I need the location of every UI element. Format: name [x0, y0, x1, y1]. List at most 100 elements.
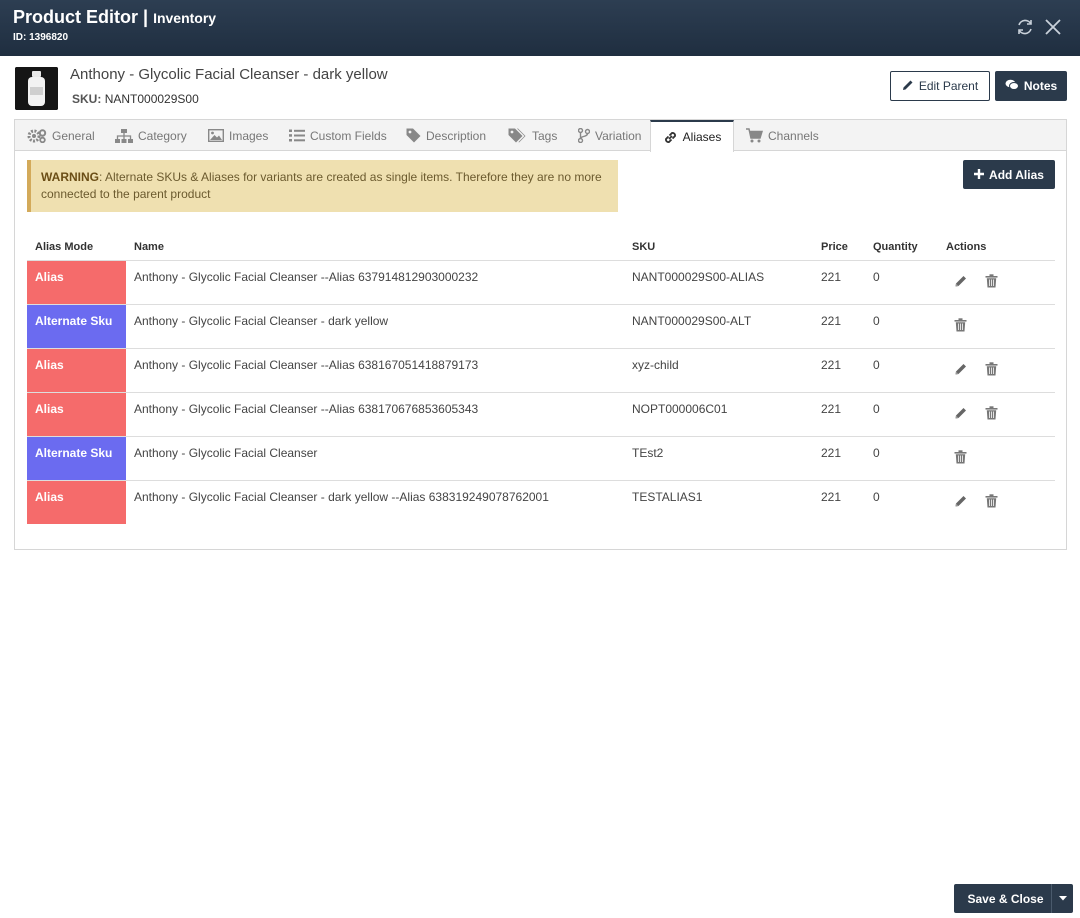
tab-description[interactable]: Description: [406, 120, 486, 151]
refresh-icon[interactable]: [1015, 17, 1035, 37]
pencil-icon[interactable]: [952, 361, 969, 378]
tab-tags[interactable]: Tags: [508, 120, 557, 151]
trash-icon[interactable]: [952, 449, 969, 466]
table-row: Alias Anthony - Glycolic Facial Cleanser …: [27, 392, 1055, 437]
product-sku-value: NANT000029S00: [104, 92, 199, 106]
image-icon: [208, 129, 224, 142]
tab-label: General: [52, 128, 95, 143]
close-icon[interactable]: [1043, 17, 1063, 37]
sku-cell: NANT000029S00-ALT: [624, 304, 813, 349]
price-cell: 221: [813, 436, 865, 481]
tab-channels[interactable]: Channels: [746, 120, 819, 151]
col-alias-mode: Alias Mode: [27, 234, 126, 261]
edit-parent-button[interactable]: Edit Parent: [890, 71, 990, 101]
tab-variation[interactable]: Variation: [578, 120, 641, 151]
product-sku-label: SKU:: [72, 92, 102, 106]
window-title-text: Product Editor: [13, 7, 138, 27]
notes-label: Notes: [1023, 79, 1058, 93]
save-close-button[interactable]: Save & Close: [954, 892, 1051, 906]
comments-icon: [1005, 79, 1019, 94]
actions-cell: [938, 260, 1055, 305]
link-icon: [663, 130, 678, 145]
tab-label: Images: [229, 128, 269, 143]
col-name: Name: [126, 234, 624, 261]
pencil-icon[interactable]: [952, 273, 969, 290]
cart-icon: [746, 128, 763, 143]
trash-icon[interactable]: [952, 317, 969, 334]
alias-mode-cell: Alias: [27, 348, 126, 393]
col-actions: Actions: [938, 234, 1055, 261]
trash-icon[interactable]: [983, 493, 1000, 510]
tab-aliases[interactable]: Aliases: [650, 120, 734, 152]
aliases-table: Alias Mode Name SKU Price Quantity Actio…: [27, 234, 1055, 524]
tab-custom-fields[interactable]: Custom Fields: [289, 120, 387, 151]
actions-cell: [938, 392, 1055, 437]
actions-cell: [938, 348, 1055, 393]
notes-button[interactable]: Notes: [995, 71, 1067, 101]
save-close-split-button: Save & Close: [954, 884, 1073, 913]
product-thumbnail: [15, 67, 58, 110]
product-sku: SKU: NANT000029S00: [72, 92, 199, 106]
quantity-cell: 0: [865, 304, 938, 349]
warning-text: : Alternate SKUs & Aliases for variants …: [41, 170, 602, 201]
pencil-icon: [902, 79, 914, 94]
edit-parent-label: Edit Parent: [918, 79, 979, 93]
pencil-icon[interactable]: [952, 405, 969, 422]
price-cell: 221: [813, 260, 865, 305]
name-cell: Anthony - Glycolic Facial Cleanser: [126, 436, 624, 481]
title-bar: Product Editor | Inventory ID: 1396820: [0, 0, 1080, 56]
quantity-cell: 0: [865, 392, 938, 437]
gears-icon: [27, 128, 47, 143]
price-cell: 221: [813, 304, 865, 349]
quantity-cell: 0: [865, 260, 938, 305]
trash-icon[interactable]: [983, 405, 1000, 422]
warning-strong: WARNING: [41, 170, 99, 184]
tag-icon: [406, 128, 421, 143]
alias-mode-cell: Alias: [27, 480, 126, 524]
alias-mode-cell: Alias: [27, 260, 126, 305]
product-name: Anthony - Glycolic Facial Cleanser - dar…: [70, 66, 388, 83]
branch-icon: [578, 128, 590, 143]
tab-images[interactable]: Images: [208, 120, 268, 151]
table-header-row: Alias Mode Name SKU Price Quantity Actio…: [27, 234, 1055, 261]
trash-icon[interactable]: [983, 273, 1000, 290]
trash-icon[interactable]: [983, 361, 1000, 378]
table-row: Alias Anthony - Glycolic Facial Cleanser …: [27, 348, 1055, 393]
tab-bar: General Category Images Custom Fields De…: [15, 120, 1066, 152]
col-price: Price: [813, 234, 865, 261]
actions-cell: [938, 480, 1055, 524]
window-title: Product Editor | Inventory: [13, 7, 216, 28]
tab-general[interactable]: General: [27, 120, 95, 151]
list-icon: [289, 129, 305, 142]
tags-icon: [508, 128, 527, 143]
tab-label: Variation: [595, 128, 642, 143]
tab-label: Aliases: [682, 130, 722, 144]
name-cell: Anthony - Glycolic Facial Cleanser - dar…: [134, 489, 549, 504]
tab-category[interactable]: Category: [115, 120, 187, 151]
price-cell: 221: [813, 392, 865, 437]
window-subtitle: Inventory: [153, 10, 217, 26]
name-cell: Anthony - Glycolic Facial Cleanser --Ali…: [126, 348, 624, 393]
actions-cell: [938, 436, 1055, 481]
sku-cell: NANT000029S00-ALIAS: [624, 260, 813, 305]
caret-down-icon[interactable]: [1051, 884, 1073, 913]
add-alias-button[interactable]: Add Alias: [963, 160, 1055, 189]
alias-mode-cell: Alias: [27, 392, 126, 437]
sku-cell: TESTALIAS1: [632, 489, 703, 504]
tab-label: Tags: [532, 128, 558, 143]
table-row: Alternate Sku Anthony - Glycolic Facial C…: [27, 304, 1055, 349]
title-separator: |: [143, 7, 149, 27]
col-quantity: Quantity: [865, 234, 938, 261]
actions-cell: [938, 304, 1055, 349]
name-cell: Anthony - Glycolic Facial Cleanser --Ali…: [126, 392, 624, 437]
sku-cell: NOPT000006C01: [624, 392, 813, 437]
sku-cell: TEst2: [624, 436, 813, 481]
product-id: ID: 1396820: [13, 32, 69, 43]
editor-panel: General Category Images Custom Fields De…: [14, 119, 1067, 550]
alias-mode-cell: Alternate Sku: [27, 304, 126, 349]
pencil-icon[interactable]: [952, 493, 969, 510]
sitemap-icon: [115, 128, 133, 143]
col-sku: SKU: [624, 234, 813, 261]
add-alias-label: Add Alias: [989, 167, 1044, 182]
quantity-cell: 0: [865, 348, 938, 393]
